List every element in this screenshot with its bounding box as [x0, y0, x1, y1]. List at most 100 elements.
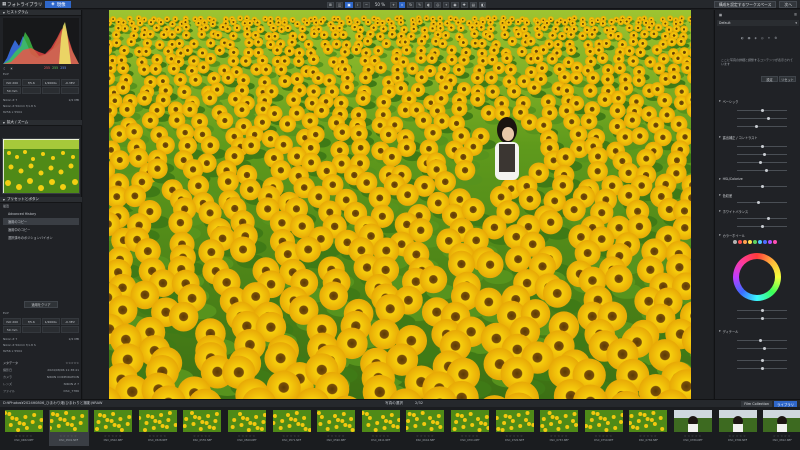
slider-thumb[interactable]	[755, 125, 758, 128]
preset-item[interactable]: 選択済みのポジションバイオン	[3, 234, 79, 241]
crop-icon[interactable]: ⌗	[399, 1, 406, 8]
section-detail[interactable]: ▾ ディテール	[717, 328, 799, 334]
filmstrip-thumbnail[interactable]: ☆☆☆☆☆ DSC_0733.NEF	[539, 410, 579, 446]
filmstrip-thumbnail[interactable]: ☆☆☆☆☆ DSC_0501.NEF	[48, 410, 89, 446]
presets-header[interactable]: ▾ プリセットとボタン	[0, 197, 82, 203]
filmstrip-thumbnail[interactable]: ☆☆☆☆☆ DSC_0502.NEF	[93, 410, 133, 446]
slider-thumb[interactable]	[761, 309, 764, 312]
info-icon[interactable]: i	[354, 1, 361, 8]
thumbnail-rating[interactable]: ☆☆☆☆☆	[138, 434, 178, 438]
exif-section-label[interactable]: Exif	[3, 72, 79, 76]
slider[interactable]	[737, 161, 787, 164]
filmstrip-thumbnail[interactable]: ☆☆☆☆☆ DSC_0784.NEF	[628, 410, 668, 446]
slider-thumb[interactable]	[757, 201, 760, 204]
filmstrip-thumbnail[interactable]: ☆☆☆☆☆ DSC_0528.NEF	[138, 410, 178, 446]
slider[interactable]	[737, 169, 787, 172]
rating-stars[interactable]: ☆☆☆☆☆	[66, 361, 79, 365]
filmstrip-thumbnail[interactable]: ☆☆☆☆☆ DSC_0482.NEF	[4, 410, 44, 446]
thumbnail-rating[interactable]: ☆☆☆☆☆	[539, 434, 579, 438]
tab-develop[interactable]: ◈ 現像	[45, 1, 72, 8]
slider-thumb[interactable]	[761, 359, 764, 362]
section-hsl[interactable]: ▾ HSL/Colorize	[717, 176, 799, 182]
set-button[interactable]: 設定	[761, 76, 778, 82]
filmstrip-thumbnail[interactable]: ☆☆☆☆☆ DSC_0611.NEF	[361, 410, 401, 446]
gradient-icon[interactable]: ◐	[425, 1, 433, 8]
next-button[interactable]: 次へ	[779, 1, 797, 8]
slider[interactable]	[737, 185, 787, 188]
thumbnail-rating[interactable]: ☆☆☆☆☆	[495, 434, 535, 438]
swatch[interactable]	[738, 240, 742, 244]
rotate-icon[interactable]: ↻	[407, 1, 415, 8]
heal-icon[interactable]: ✚	[460, 1, 468, 8]
thumbnail-rating[interactable]: ☆☆☆☆☆	[227, 434, 267, 438]
slider-thumb[interactable]	[761, 225, 764, 228]
thumbnail-rating[interactable]: ☆☆☆☆☆	[450, 434, 490, 438]
settings-icon[interactable]: ⚙	[774, 36, 777, 40]
slider[interactable]	[737, 347, 787, 350]
slider[interactable]	[737, 309, 787, 312]
slider[interactable]	[737, 217, 787, 220]
slider-thumb[interactable]	[759, 339, 762, 342]
color-icon[interactable]: ◉	[748, 36, 751, 40]
thumbnail-rating[interactable]: ☆☆☆☆☆	[272, 434, 312, 438]
thumbnail-rating[interactable]: ☆☆☆☆☆	[316, 434, 356, 438]
swatch[interactable]	[773, 240, 777, 244]
thumbnail-rating[interactable]: ☆☆☆☆☆	[762, 434, 800, 438]
zoom-level[interactable]: 50 %	[372, 2, 388, 7]
before-after-icon[interactable]: ◧	[478, 1, 487, 8]
image-viewer[interactable]	[83, 10, 713, 399]
slider-thumb[interactable]	[761, 145, 764, 148]
histogram-header[interactable]: ▾ ヒストグラム	[0, 10, 81, 16]
preset-item[interactable]: Advanced History	[3, 210, 79, 217]
mask-icon[interactable]: ▤	[469, 1, 477, 8]
compare-icon[interactable]: ◫	[336, 1, 344, 8]
filmstrip-thumbnail[interactable]: ☆☆☆☆☆ DSC_0555.NEF	[182, 410, 222, 446]
filmstrip-thumbnail[interactable]: ☆☆☆☆☆ DSC_0720.NEF	[495, 410, 535, 446]
slider-thumb[interactable]	[761, 185, 764, 188]
thumbnail-rating[interactable]: ☆☆☆☆☆	[182, 434, 222, 438]
metadata-header[interactable]: メタデータ ☆☆☆☆☆	[3, 361, 79, 365]
section-basic[interactable]: ▾ ベーシック	[717, 98, 799, 104]
section-exposure[interactable]: ▾ 露出補正 / コントラスト	[717, 134, 799, 140]
preset-item[interactable]: 適用のコピー	[3, 218, 79, 225]
filmstrip-thumbnail[interactable]: ☆☆☆☆☆ DSC_0571.NEF	[272, 410, 312, 446]
navigator-preview[interactable]	[2, 138, 80, 194]
moon-icon[interactable]: ☾	[3, 66, 7, 71]
swatch[interactable]	[753, 240, 757, 244]
slider[interactable]	[737, 153, 787, 156]
slider-thumb[interactable]	[761, 367, 764, 370]
slider-thumb[interactable]	[767, 217, 770, 220]
section-chromatic[interactable]: ▾ 色収差	[717, 192, 799, 198]
slider[interactable]	[737, 145, 787, 148]
slider-thumb[interactable]	[767, 117, 770, 120]
slider[interactable]	[737, 317, 787, 320]
slider-thumb[interactable]	[763, 153, 766, 156]
workspace-button[interactable]: 構成を設定するワークスペース	[713, 1, 777, 8]
filmstrip-thumbnail[interactable]: ☆☆☆☆☆ DSC_0560.NEF	[227, 410, 267, 446]
slider-thumb[interactable]	[761, 317, 764, 320]
filmstrip-thumbnail[interactable]: ☆☆☆☆☆ DSC_0701.NEF	[450, 410, 490, 446]
grid-view-icon[interactable]: ⊞	[327, 1, 335, 8]
slider[interactable]	[737, 339, 787, 342]
zoom-in-icon[interactable]: +	[390, 1, 398, 8]
slider-thumb[interactable]	[763, 347, 766, 350]
slider[interactable]	[737, 109, 787, 112]
slider[interactable]	[737, 117, 787, 120]
sun-icon[interactable]: ☀	[10, 66, 14, 71]
tone-curve-icon[interactable]: ◐	[741, 36, 744, 40]
color-wheel[interactable]	[733, 253, 781, 301]
effects-icon[interactable]: ✦	[768, 36, 771, 40]
filmstrip-thumbnail[interactable]: ☆☆☆☆☆ DSC_0750.NEF	[584, 410, 624, 446]
filmstrip-thumbnail[interactable]: ☆☆☆☆☆ DSC_0812.NEF	[762, 410, 800, 446]
preset-item[interactable]: 適用中のコピー	[3, 226, 79, 233]
filmstrip-thumbnail[interactable]: ☆☆☆☆☆ DSC_0790.NEF	[718, 410, 758, 446]
thumbnail-rating[interactable]: ☆☆☆☆☆	[673, 434, 713, 438]
thumbnail-rating[interactable]: ☆☆☆☆☆	[628, 434, 668, 438]
navigator-header[interactable]: ▾ 拡大 / ズーム	[0, 120, 82, 126]
zoom-out-icon[interactable]: −	[362, 1, 370, 8]
app-title[interactable]: ▦ フォトライブラリ	[2, 2, 42, 8]
brush-icon[interactable]: ✎	[416, 1, 424, 8]
radial-icon[interactable]: ◎	[434, 1, 442, 8]
slider[interactable]	[737, 367, 787, 370]
preset-dropdown[interactable]: Default ▾	[717, 20, 799, 26]
